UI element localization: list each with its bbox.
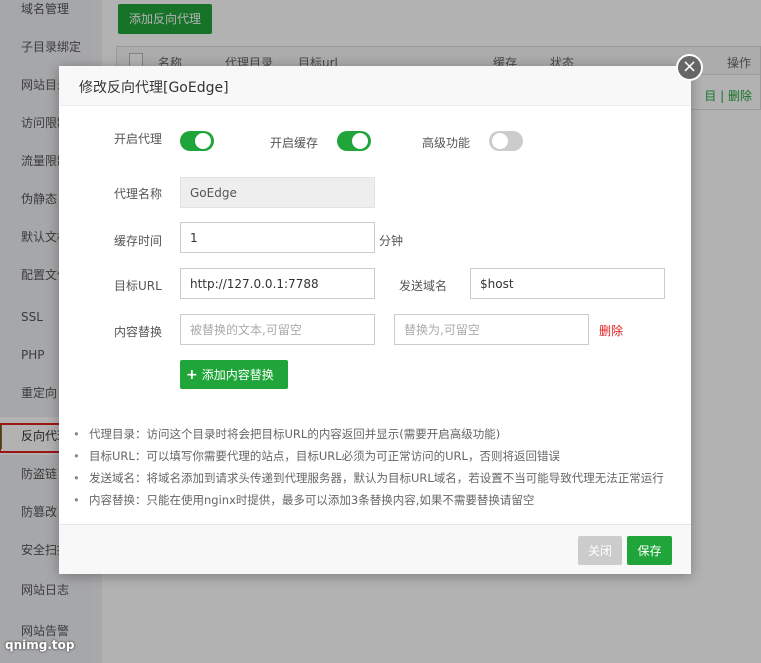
watermark: qnimg.top [5,638,75,652]
cache-time-label: 缓存时间 [114,234,163,248]
dialog-footer: 关闭 保存 [59,524,691,574]
proxy-name-label: 代理名称 [114,187,163,201]
cache-time-field[interactable] [180,222,375,253]
enable-proxy-toggle[interactable] [180,131,214,151]
replace-from-field[interactable] [180,314,375,345]
tip-item: 内容替换：只能在使用nginx时提供，最多可以添加3条替换内容,如果不需要替换请… [73,489,683,511]
dialog-title: 修改反向代理[GoEdge] [79,80,229,96]
tip-item: 代理目录：访问这个目录时将会把目标URL的内容返回并显示(需要开启高级功能) [73,423,683,445]
edit-proxy-dialog: 修改反向代理[GoEdge] 开启代理 开启缓存 高级功能 代理名称 缓存时间 … [59,66,691,574]
content-replace-label: 内容替换 [114,325,163,339]
save-button[interactable]: 保存 [627,536,672,565]
add-replace-label: 添加内容替换 [201,368,274,382]
proxy-name-field[interactable] [180,177,375,208]
tip-item: 发送域名：将域名添加到请求头传递到代理服务器，默认为目标URL域名，若设置不当可… [73,467,683,489]
tip-item: 目标URL：可以填写你需要代理的站点，目标URL必须为可正常访问的URL，否则将… [73,445,683,467]
add-content-replace-button[interactable]: + 添加内容替换 [180,360,288,389]
target-url-label: 目标URL [114,279,162,293]
plus-icon: + [186,367,198,383]
help-tips: 代理目录：访问这个目录时将会把目标URL的内容返回并显示(需要开启高级功能) 目… [73,423,683,511]
send-domain-label: 发送域名 [399,279,448,293]
delete-replace-link[interactable]: 删除 [599,322,623,339]
send-domain-field[interactable] [470,268,665,299]
close-button[interactable]: 关闭 [578,536,622,565]
cache-time-unit: 分钟 [379,234,404,248]
dialog-header: 修改反向代理[GoEdge] [59,66,691,106]
enable-cache-toggle[interactable] [337,131,371,151]
enable-cache-label: 开启缓存 [270,136,319,150]
target-url-field[interactable] [180,268,375,299]
advanced-toggle[interactable] [489,131,523,151]
close-icon[interactable]: × [676,54,703,81]
advanced-label: 高级功能 [422,136,471,150]
enable-proxy-label: 开启代理 [114,132,163,146]
replace-to-field[interactable] [394,314,589,345]
